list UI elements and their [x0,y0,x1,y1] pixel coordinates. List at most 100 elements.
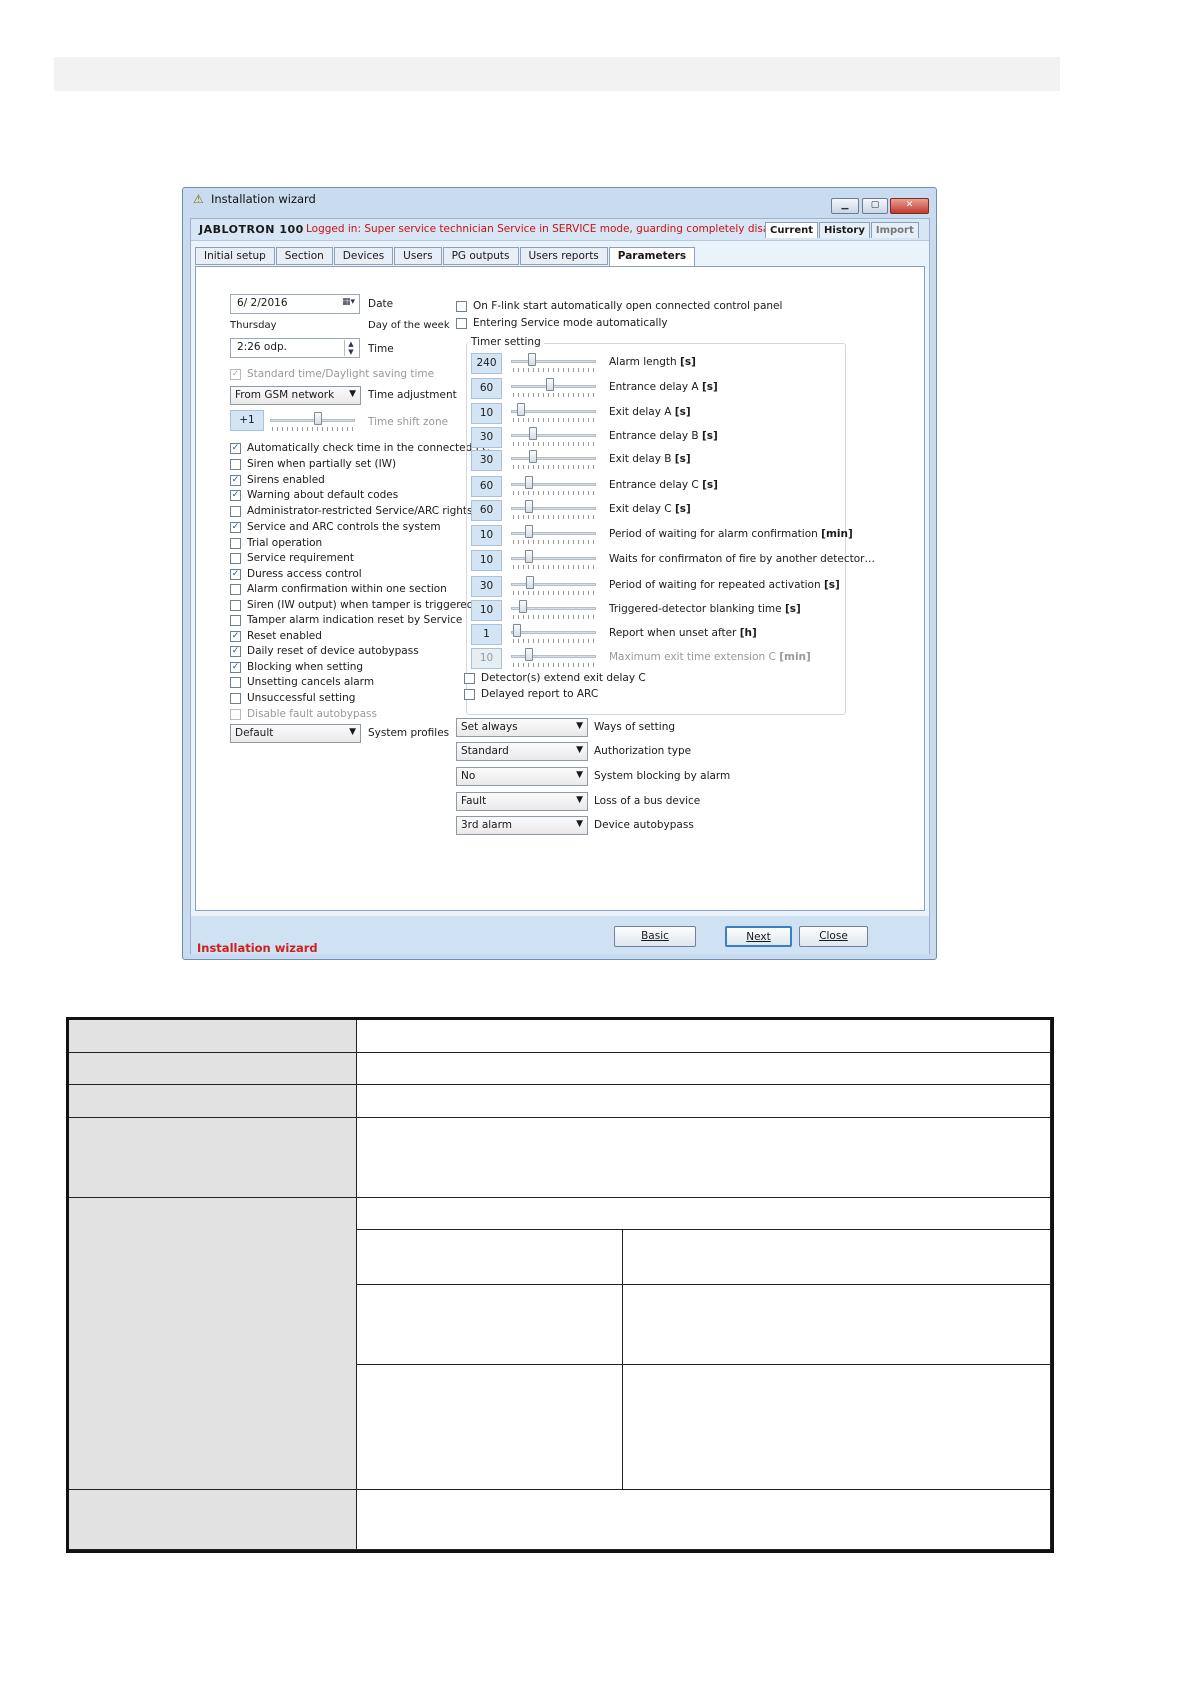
timer-value[interactable]: 1 [471,624,502,645]
service-option-1-label: Entering Service mode automatically [473,317,668,329]
tab-section[interactable]: Section [275,247,333,265]
parameter-description-table [66,1017,1054,1553]
option-15-label: Unsetting cancels alarm [247,676,375,688]
setting-select[interactable]: Standard ▼ [456,742,588,761]
option-0-checkbox[interactable]: ✓ Automatically check time in the connect… [230,442,489,454]
slider-thumb[interactable] [519,600,527,613]
option-16-checkbox[interactable]: Unsuccessful setting [230,692,355,704]
slider-ticks [513,442,595,446]
slider-thumb[interactable] [529,450,537,463]
option-11-checkbox[interactable]: Tamper alarm indication reset by Service [230,614,462,626]
slider-thumb[interactable] [525,550,533,563]
slider-track [511,583,596,586]
option-4-checkbox[interactable]: Administrator-restricted Service/ARC rig… [230,505,473,517]
timer-value[interactable]: 60 [471,500,502,521]
timer-value[interactable]: 10 [471,550,502,571]
slider-thumb[interactable] [525,476,533,489]
next-button[interactable]: Next [725,926,792,947]
time-spinner-icon[interactable]: ▲ ▼ [344,340,357,356]
tab-initial-setup[interactable]: Initial setup [195,247,275,265]
timer-value[interactable]: 240 [471,353,502,374]
slider-thumb[interactable] [546,378,554,391]
slider-track [511,457,596,460]
minimize-button[interactable]: ▁ [831,198,859,214]
table-row-6-label [69,1490,357,1550]
close-button[interactable]: Close [799,926,868,947]
tab-pg-outputs[interactable]: PG outputs [442,247,519,265]
timer-value[interactable]: 30 [471,427,502,448]
option-1-checkbox[interactable]: Siren when partially set (IW) [230,458,396,470]
table-row-4-label [69,1118,357,1198]
setting-select[interactable]: Set always ▼ [456,718,588,737]
option-14-checkbox[interactable]: ✓ Blocking when setting [230,661,363,673]
option-17-checkbox[interactable]: Disable fault autobypass [230,708,377,720]
slider-thumb[interactable] [529,427,537,440]
service-option-1-checkbox[interactable]: Entering Service mode automatically [456,317,668,329]
option-7-checkbox[interactable]: Service requirement [230,552,354,564]
time-field[interactable]: 2:26 odp. ▲ ▼ [230,338,360,358]
timer-value[interactable]: 10 [471,648,502,669]
option-9-checkbox[interactable]: Alarm confirmation within one section [230,583,447,595]
timer-value[interactable]: 10 [471,600,502,621]
calendar-icon[interactable]: ▦▾ [342,297,355,307]
checkbox-empty-icon [230,537,241,549]
service-option-0-checkbox[interactable]: On F-link start automatically open conne… [456,300,782,312]
system-profile-value: Default [235,727,274,739]
timer-label: Report when unset after [h] [609,627,757,639]
option-10-label: Siren (IW output) when tamper is trigger… [247,599,474,611]
dst-checkbox[interactable]: ✓ Standard time/Daylight saving time [230,368,434,380]
option-16-label: Unsuccessful setting [247,692,356,704]
time-shift-slider[interactable] [228,412,358,434]
brand-label: JABLOTRON 100 [199,223,304,236]
tab-users-reports[interactable]: Users reports [519,247,608,265]
slider-track [511,483,596,486]
slider-thumb[interactable] [525,525,533,538]
checkbox-empty-icon [230,458,241,470]
option-2-checkbox[interactable]: ✓ Sirens enabled [230,474,325,486]
timer-option-0-checkbox[interactable]: Detector(s) extend exit delay C [464,672,646,684]
setting-select[interactable]: 3rd alarm ▼ [456,816,588,835]
timer-value[interactable]: 10 [471,403,502,424]
time-adjustment-select[interactable]: From GSM network ▼ [230,386,361,405]
option-8-checkbox[interactable]: ✓ Duress access control [230,568,362,580]
option-15-checkbox[interactable]: Unsetting cancels alarm [230,676,374,688]
timer-label-text: Exit delay C [609,503,672,515]
slider-thumb[interactable] [513,624,521,637]
date-field[interactable]: 6/ 2/2016 ▦▾ [230,294,360,314]
slider-thumb[interactable] [526,576,534,589]
option-3-checkbox[interactable]: ✓ Warning about default codes [230,489,398,501]
option-10-checkbox[interactable]: Siren (IW output) when tamper is trigger… [230,599,473,611]
slider-thumb[interactable] [525,500,533,513]
timer-row: 1 Report when unset after [h] [471,624,849,646]
tab-parameters[interactable]: Parameters [608,247,696,267]
slider-thumb[interactable] [314,412,322,425]
slider-thumb[interactable] [528,353,536,366]
slider-thumb[interactable] [525,648,533,661]
option-5-checkbox[interactable]: ✓ Service and ARC controls the system [230,521,441,533]
timer-unit: [s] [701,430,718,442]
setting-select[interactable]: Fault ▼ [456,792,588,811]
close-window-button[interactable]: ✕ [890,198,929,214]
tab-users[interactable]: Users [394,247,442,265]
timer-value[interactable]: 60 [471,378,502,399]
timer-value[interactable]: 10 [471,525,502,546]
tab-import[interactable]: Import [870,222,919,238]
timer-value[interactable]: 30 [471,576,502,597]
setting-select[interactable]: No ▼ [456,767,588,786]
tab-devices[interactable]: Devices [333,247,394,265]
option-12-checkbox[interactable]: ✓ Reset enabled [230,630,322,642]
option-17-label: Disable fault autobypass [247,708,377,720]
timer-option-1-checkbox[interactable]: Delayed report to ARC [464,688,598,700]
system-profile-select[interactable]: Default ▼ [230,724,361,743]
checkbox-empty-icon [230,692,241,704]
slider-thumb[interactable] [517,403,525,416]
chevron-down-icon: ▼ [576,819,583,829]
tab-history[interactable]: History [819,222,870,238]
maximize-button[interactable]: ▢ [862,198,888,214]
option-13-checkbox[interactable]: ✓ Daily reset of device autobypass [230,645,419,657]
tab-current[interactable]: Current [765,222,819,238]
option-6-checkbox[interactable]: Trial operation [230,537,322,549]
timer-value[interactable]: 60 [471,476,502,497]
timer-value[interactable]: 30 [471,450,502,471]
basic-button[interactable]: Basic [614,926,696,947]
